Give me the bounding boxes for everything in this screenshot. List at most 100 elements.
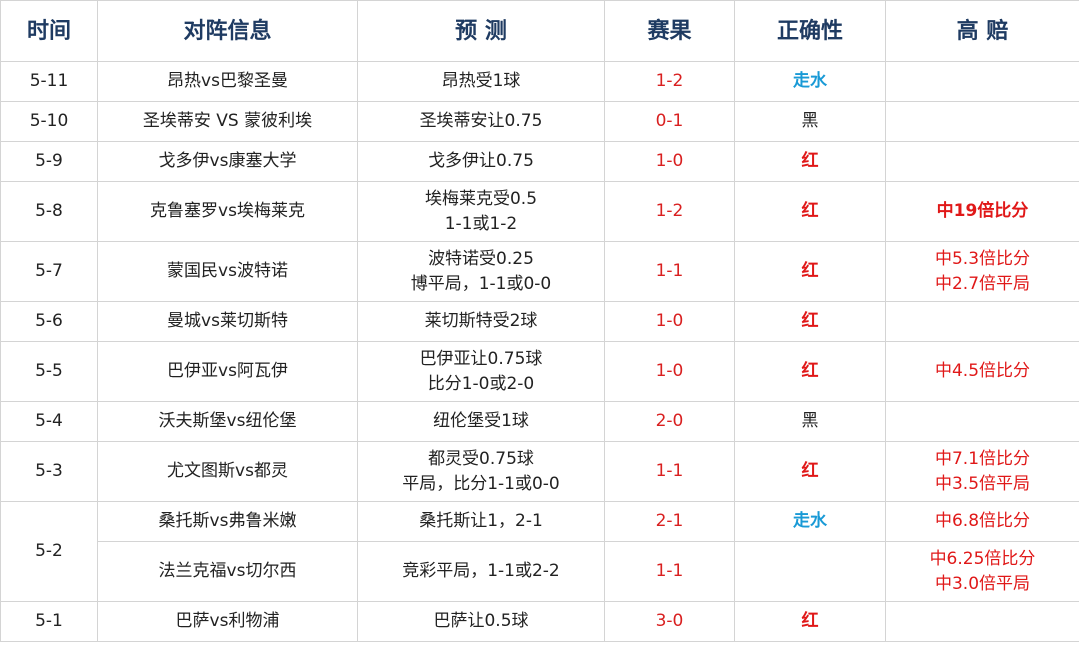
match-cell: 戈多伊vs康塞大学 [97, 141, 358, 182]
match-cell: 圣埃蒂安 VS 蒙彼利埃 [97, 101, 358, 142]
date-cell: 5-10 [0, 101, 98, 142]
prediction-line: 巴伊亚让0.75球 [419, 348, 543, 369]
prediction-cell: 昂热受1球 [357, 61, 605, 102]
score-cell: 0-1 [604, 101, 735, 142]
odds-cell [885, 601, 1079, 642]
odds-cell [885, 401, 1079, 442]
score-cell: 1-0 [604, 341, 735, 402]
result-cell: 红 [734, 601, 886, 642]
odds-cell: 中4.5倍比分 [885, 341, 1079, 402]
prediction-line: 1-1或1-2 [444, 213, 518, 234]
header-score: 赛果 [604, 0, 735, 62]
match-cell: 曼城vs莱切斯特 [97, 301, 358, 342]
table-row: 5-1 巴萨vs利物浦 巴萨让0.5球 3-0 红 [0, 601, 1079, 642]
prediction-line: 圣埃蒂安让0.75 [419, 111, 543, 131]
header-match: 对阵信息 [97, 0, 358, 62]
prediction-cell: 巴伊亚让0.75球 比分1-0或2-0 [357, 341, 605, 402]
prediction-cell: 波特诺受0.25 博平局，1-1或0-0 [357, 241, 605, 302]
prediction-cell: 埃梅莱克受0.5 1-1或1-2 [357, 181, 605, 242]
odds-cell [885, 301, 1079, 342]
date-cell: 5-9 [0, 141, 98, 182]
score-cell: 1-0 [604, 141, 735, 182]
odds-cell: 中6.8倍比分 [885, 501, 1079, 542]
date-cell: 5-2 [0, 501, 98, 602]
prediction-cell: 竞彩平局，1-1或2-2 [357, 541, 605, 602]
date-cell: 5-7 [0, 241, 98, 302]
result-cell: 走水 [734, 61, 886, 102]
prediction-line: 波特诺受0.25 [428, 248, 534, 269]
table-row: 5-9 戈多伊vs康塞大学 戈多伊让0.75 1-0 红 [0, 141, 1079, 182]
table-row: 5-5 巴伊亚vs阿瓦伊 巴伊亚让0.75球 比分1-0或2-0 1-0 红 中… [0, 341, 1079, 402]
date-cell: 5-3 [0, 441, 98, 502]
result-cell: 红 [734, 301, 886, 342]
result-cell: 红 [734, 181, 886, 242]
date-cell: 5-11 [0, 61, 98, 102]
date-cell: 5-8 [0, 181, 98, 242]
match-cell: 巴伊亚vs阿瓦伊 [97, 341, 358, 402]
odds-line: 中3.0倍平局 [934, 573, 1031, 594]
odds-line: 中2.7倍平局 [934, 273, 1031, 294]
prediction-line: 莱切斯特受2球 [424, 311, 538, 331]
result-cell: 黑 [734, 401, 886, 442]
odds-line: 中3.5倍平局 [934, 473, 1031, 494]
result-cell: 红 [734, 141, 886, 182]
prediction-line: 戈多伊让0.75 [428, 151, 534, 171]
prediction-line: 都灵受0.75球 [428, 448, 534, 469]
header-correct: 正确性 [734, 0, 886, 62]
odds-cell: 中5.3倍比分 中2.7倍平局 [885, 241, 1079, 302]
result-cell: 走水 [734, 501, 886, 542]
match-cell: 桑托斯vs弗鲁米嫩 [97, 501, 358, 542]
prediction-line: 昂热受1球 [441, 71, 521, 91]
odds-line: 中4.5倍比分 [934, 361, 1031, 381]
prediction-cell: 戈多伊让0.75 [357, 141, 605, 182]
odds-cell [885, 141, 1079, 182]
score-cell: 1-0 [604, 301, 735, 342]
match-cell: 巴萨vs利物浦 [97, 601, 358, 642]
odds-cell: 中7.1倍比分 中3.5倍平局 [885, 441, 1079, 502]
prediction-line: 平局，比分1-1或0-0 [402, 473, 560, 494]
table-row: 5-2 桑托斯vs弗鲁米嫩 桑托斯让1，2-1 2-1 走水 中6.8倍比分 [0, 501, 1079, 602]
prediction-line: 桑托斯让1，2-1 [419, 511, 543, 531]
table-row: 5-8 克鲁塞罗vs埃梅莱克 埃梅莱克受0.5 1-1或1-2 1-2 红 中1… [0, 181, 1079, 242]
prediction-line: 比分1-0或2-0 [427, 373, 535, 394]
result-cell: 红 [734, 441, 886, 502]
odds-cell: 中19倍比分 [885, 181, 1079, 242]
table-row: 法兰克福vs切尔西 竞彩平局，1-1或2-2 1-1 中6.25倍比分 中3.0… [1, 541, 1079, 602]
date-cell: 5-5 [0, 341, 98, 402]
score-cell: 1-2 [604, 181, 735, 242]
prediction-line: 竞彩平局，1-1或2-2 [402, 561, 560, 581]
odds-line: 中6.8倍比分 [934, 511, 1031, 531]
result-cell: 黑 [734, 101, 886, 142]
header-prediction: 预 测 [357, 0, 605, 62]
prediction-cell: 圣埃蒂安让0.75 [357, 101, 605, 142]
table-row: 5-11 昂热vs巴黎圣曼 昂热受1球 1-2 走水 [0, 61, 1079, 102]
prediction-cell: 莱切斯特受2球 [357, 301, 605, 342]
prediction-line: 纽伦堡受1球 [433, 411, 529, 431]
header-time: 时间 [0, 0, 98, 62]
prediction-line: 博平局，1-1或0-0 [410, 273, 552, 294]
score-cell: 1-1 [604, 541, 735, 602]
score-cell: 2-1 [604, 501, 735, 542]
date-cell: 5-4 [0, 401, 98, 442]
prediction-cell: 纽伦堡受1球 [357, 401, 605, 442]
result-cell: 红 [734, 341, 886, 402]
odds-cell [885, 61, 1079, 102]
score-cell: 2-0 [604, 401, 735, 442]
match-cell: 法兰克福vs切尔西 [97, 541, 358, 602]
match-cell: 沃夫斯堡vs纽伦堡 [97, 401, 358, 442]
header-odds: 高 赔 [885, 0, 1079, 62]
table-row: 5-10 圣埃蒂安 VS 蒙彼利埃 圣埃蒂安让0.75 0-1 黑 [0, 101, 1079, 142]
match-cell: 克鲁塞罗vs埃梅莱克 [97, 181, 358, 242]
score-cell: 1-1 [604, 241, 735, 302]
header-row: 时间 对阵信息 预 测 赛果 正确性 高 赔 [0, 0, 1079, 62]
date-cell: 5-1 [0, 601, 98, 642]
score-cell: 1-1 [604, 441, 735, 502]
prediction-cell: 巴萨让0.5球 [357, 601, 605, 642]
table-row: 5-4 沃夫斯堡vs纽伦堡 纽伦堡受1球 2-0 黑 [0, 401, 1079, 442]
score-cell: 3-0 [604, 601, 735, 642]
prediction-line: 巴萨让0.5球 [433, 611, 529, 631]
prediction-cell: 桑托斯让1，2-1 [357, 501, 605, 542]
match-cell: 昂热vs巴黎圣曼 [97, 61, 358, 102]
result-cell [734, 541, 886, 602]
table-row: 5-3 尤文图斯vs都灵 都灵受0.75球 平局，比分1-1或0-0 1-1 红… [0, 441, 1079, 502]
